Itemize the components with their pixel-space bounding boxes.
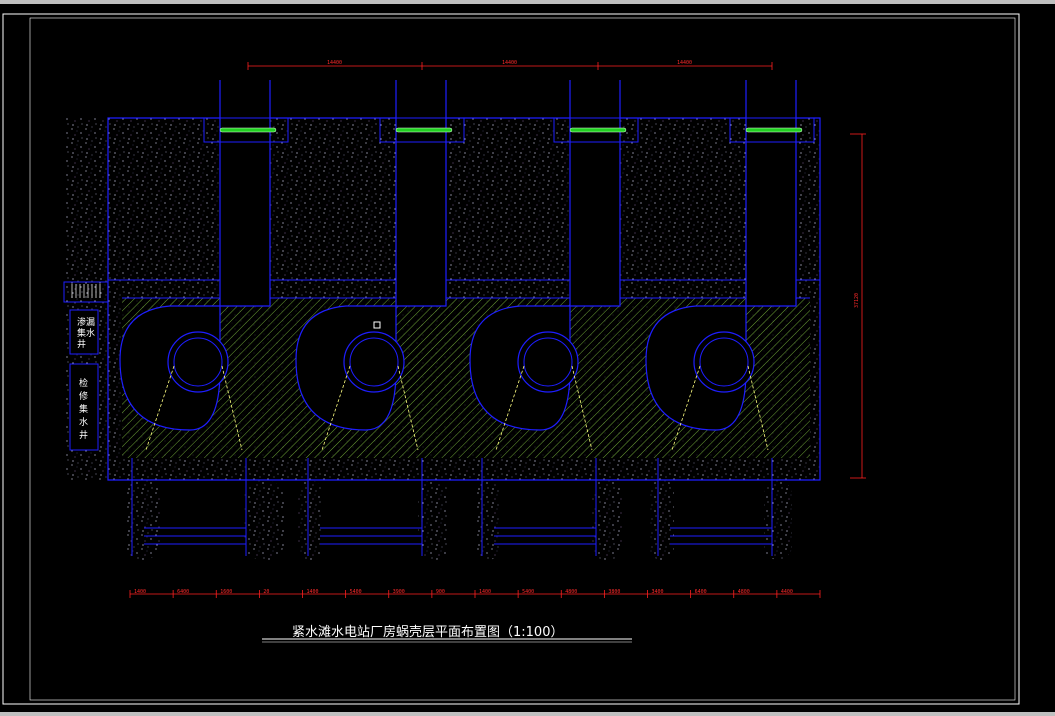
- runner-outer-1: [167, 331, 229, 393]
- bottom-dim-value-1: 6400: [177, 589, 189, 595]
- bottom-dim-value-15: 4400: [781, 589, 793, 595]
- top-dim-value-2: 14400: [677, 60, 692, 66]
- seepage-well-label-4: 水: [86, 327, 95, 339]
- maint-well-label-5: 井: [79, 429, 88, 441]
- runner-outer-4: [693, 331, 755, 393]
- window-bottom-bar: [0, 712, 1055, 716]
- bottom-dimensions: 1400 6400 1600 20 1400 5400 3900 900 1400 5400 480…: [129, 589, 821, 598]
- maint-well-label-3: 集: [79, 403, 88, 415]
- gate-2: [395, 127, 453, 133]
- gate-3: [569, 127, 627, 133]
- bottom-dim-value-5: 5400: [350, 589, 362, 595]
- draft-tube-piers: [126, 480, 792, 560]
- top-dim-value-1: 14400: [502, 60, 517, 66]
- maint-well-label-2: 修: [79, 390, 88, 402]
- seepage-well-label-1: 渗: [77, 316, 86, 328]
- bottom-dim-value-7: 900: [436, 589, 445, 595]
- bottom-dim-value-10: 4800: [565, 589, 577, 595]
- runner-outer-2: [343, 331, 405, 393]
- maint-well-label-1: 检: [79, 377, 88, 389]
- seepage-well-label-5: 井: [77, 338, 86, 350]
- bottom-dim-value-0: 1400: [134, 589, 146, 595]
- cad-drawing-canvas[interactable]: 渗 漏 集 水 井 检 修 集 水 井 14400 14400 14400 3712…: [0, 0, 1055, 716]
- seepage-well-label-3: 集: [77, 327, 86, 339]
- bottom-dim-value-6: 3900: [393, 589, 405, 595]
- gate-1: [219, 127, 277, 133]
- drawing-title: 紧水滩水电站厂房蜗壳层平面布置图（1:100）: [292, 624, 563, 640]
- right-dim-label: 37120: [854, 293, 860, 308]
- bottom-dim-value-4: 1400: [307, 589, 319, 595]
- bottom-dim-value-3: 20: [263, 589, 269, 595]
- bottom-dim-value-11: 3800: [608, 589, 620, 595]
- bottom-dim-value-14: 4800: [738, 589, 750, 595]
- gate-4: [745, 127, 803, 133]
- bottom-dim-value-12: 3400: [652, 589, 664, 595]
- bottom-dim-value-9: 5400: [522, 589, 534, 595]
- top-dimensions: 14400 14400 14400: [247, 60, 773, 70]
- bottom-dim-value-2: 1600: [220, 589, 232, 595]
- runner-outer-3: [517, 331, 579, 393]
- bottom-dim-value-13: 6400: [695, 589, 707, 595]
- maint-well-label-4: 水: [79, 416, 88, 428]
- top-dim-value-0: 14400: [327, 60, 342, 66]
- seepage-well-label-2: 漏: [86, 316, 95, 328]
- bottom-dim-value-8: 1400: [479, 589, 491, 595]
